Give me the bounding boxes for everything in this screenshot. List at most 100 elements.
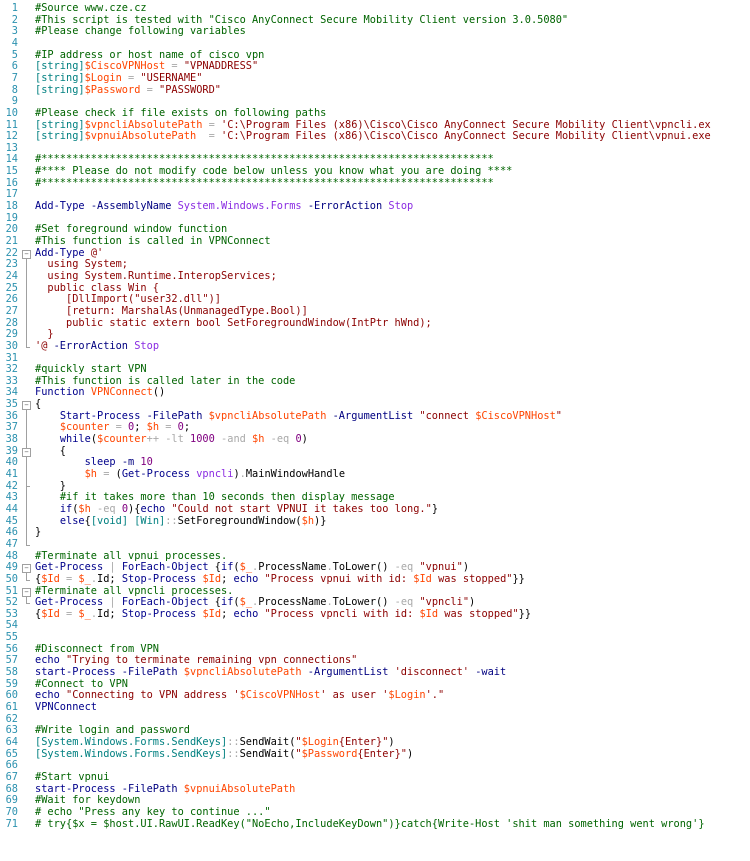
code-token: $Password <box>301 747 358 760</box>
collapse-region-icon[interactable]: − <box>22 587 31 597</box>
code-token: :: <box>165 514 178 527</box>
code-token: }} <box>512 572 525 585</box>
line-number: 7 <box>11 71 18 84</box>
code-token: { <box>208 596 222 609</box>
code-token: sleep <box>84 456 116 469</box>
code-token: -ErrorAction <box>53 339 129 352</box>
line-number: 10 <box>5 106 18 119</box>
code-token: } <box>431 502 439 515</box>
code-token: #Write login and password <box>35 724 190 737</box>
code-token: Function <box>35 386 85 399</box>
line-number: 24 <box>5 269 18 282</box>
code-token: Stop <box>388 200 414 213</box>
code-token: $h <box>252 433 265 446</box>
code-token: -ErrorAction <box>307 200 383 213</box>
code-token: Add-Type <box>35 200 85 213</box>
code-token: { <box>208 561 222 574</box>
code-token: "PASSWORD" <box>159 83 222 96</box>
code-token: MainWindowHandle <box>245 468 346 480</box>
code-token: 'C:\Program Files (x86)\Cisco\Cisco AnyC… <box>221 130 711 143</box>
code-token: Start-Process <box>59 409 141 422</box>
code-token: #Start vpnui <box>35 770 110 783</box>
code-editor[interactable]: 1 2 3 4 5 6 7 8 9 10 11 12 13 14 15 16 17 18 19 20 21 22 23 24 2… <box>0 0 750 861</box>
code-token: #***************************************… <box>35 176 494 189</box>
line-number: 35 <box>5 398 18 411</box>
code-token: ) <box>388 735 395 748</box>
collapse-region-icon[interactable]: − <box>22 564 31 574</box>
code-token: $_ <box>239 596 253 609</box>
code-token: #This script is tested with "Cisco AnyCo… <box>35 13 569 26</box>
code-token: $Id <box>41 572 60 585</box>
collapse-region-icon[interactable]: − <box>22 447 31 457</box>
code-token: 'C:\Program Files (x86)\Cisco\Cisco AnyC… <box>221 118 711 131</box>
code-area[interactable]: #Source www.cze.cz #This script is tested… <box>35 0 750 861</box>
code-token: #***************************************… <box>35 153 494 166</box>
code-token: #if it takes more than 10 seconds then d… <box>59 491 395 504</box>
code-token: $Id <box>202 572 222 585</box>
code-token: ; <box>134 421 147 434</box>
code-token: [System.Windows.Forms.SendKeys] <box>35 735 228 748</box>
code-token: #Terminate all vpnui processes. <box>35 549 228 562</box>
collapse-region-icon[interactable]: − <box>22 401 31 411</box>
code-token: [string] <box>35 60 85 73</box>
line-number: 38 <box>5 433 18 446</box>
line-number: 4 <box>11 36 18 49</box>
code-token: was stopped" <box>431 572 513 585</box>
code-token: -eq <box>388 596 420 609</box>
code-token: $_ <box>239 561 253 574</box>
code-token: Get-Process <box>35 561 104 574</box>
line-number: 64 <box>5 735 18 748</box>
code-token: #Disconnect from VPN <box>35 642 159 655</box>
code-token: -FilePath <box>121 782 178 795</box>
collapse-region-icon[interactable]: − <box>22 249 31 259</box>
code-token: start-Process <box>35 666 116 679</box>
code-token: if <box>221 596 234 609</box>
code-token: $CiscoVPNHost <box>84 60 166 73</box>
code-token: } <box>35 328 54 341</box>
code-token: )} <box>314 514 327 527</box>
code-token: :: <box>227 735 240 748</box>
code-token: $vpncliAbsolutePath <box>84 118 203 131</box>
code-token: $_ <box>78 572 91 585</box>
code-token: [string] <box>35 71 85 84</box>
code-token: echo <box>233 572 259 585</box>
code-token: if <box>59 502 73 515</box>
code-token: #Please check if file exists on followin… <box>35 106 327 119</box>
code-token: Add-Type <box>35 246 85 259</box>
code-token: $Login <box>388 689 426 702</box>
code-token: #Wait for keydown <box>35 794 141 807</box>
code-token: ) <box>462 561 470 574</box>
code-token: [return: MarshalAs(UnmanagedType.Bool)] <box>35 304 308 317</box>
line-number: 61 <box>5 701 18 713</box>
outline-guide <box>26 258 27 347</box>
code-token: #Terminate all vpncli processes. <box>35 584 234 597</box>
code-token: '." <box>425 689 445 702</box>
line-number: 70 <box>5 805 18 818</box>
code-line: [string]$Password = "PASSWORD" <box>35 83 222 97</box>
code-token: -ArgumentList <box>332 409 414 422</box>
code-token: "connect <box>419 409 476 422</box>
code-token: echo <box>233 607 259 620</box>
line-number: 67 <box>5 770 18 783</box>
code-token: $CiscoVPNHost <box>475 409 556 422</box>
code-token: echo <box>140 502 166 515</box>
line-number: 1 <box>11 2 18 14</box>
code-token: [string] <box>35 118 85 131</box>
code-token: #This function is called later in the co… <box>35 374 296 387</box>
code-token: vpncli <box>196 468 234 480</box>
code-token: Stop <box>134 339 160 352</box>
code-token: $vpnuiAbsolutePath <box>183 782 296 795</box>
code-token: #Connect to VPN <box>35 677 128 690</box>
code-line: } <box>35 526 41 539</box>
code-token: {Enter}" <box>357 747 407 760</box>
code-token: "Connecting to VPN address ' <box>66 689 240 702</box>
code-line: [System.Windows.Forms.SendKeys]::SendWai… <box>35 747 413 761</box>
code-token: Get-Process <box>35 596 104 609</box>
code-token: [DllImport("user32.dll")] <box>35 293 221 306</box>
code-token: Stop-Process <box>121 572 197 585</box>
code-token: $h <box>301 514 315 527</box>
code-token: } <box>35 479 66 492</box>
code-token: -eq <box>264 433 296 446</box>
